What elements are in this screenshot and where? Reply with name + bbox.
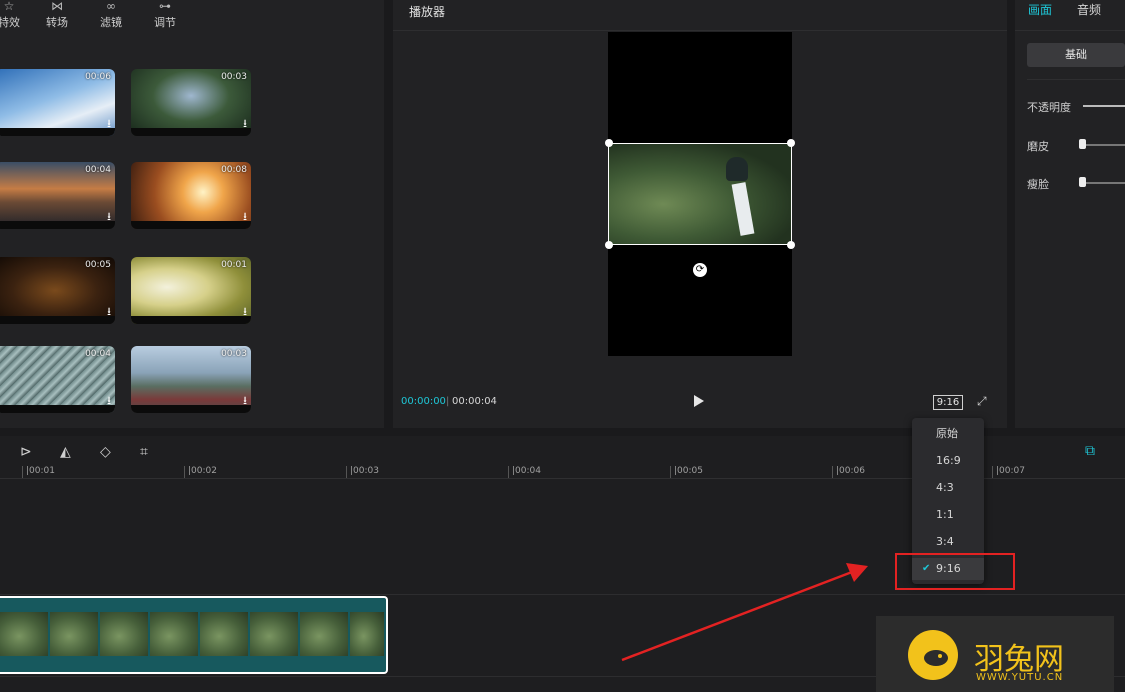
highlight-box [895,553,1015,590]
mirror-icon[interactable]: ◭ [60,444,71,460]
watermark-url: WWW.YUTU.CN [976,672,1064,683]
speed-icon[interactable]: ⊳ [20,444,32,460]
resize-handle[interactable] [605,241,613,249]
slim-slider-knob[interactable] [1079,177,1086,187]
tab-audio[interactable]: 音频 [1077,1,1101,18]
media-panel: ☆ 特效 ⋈ 转场 ∞ 滤镜 ⊶ 调节 00:06 ⭳ 00:03 ⭳ 00:0… [0,0,384,428]
ruler-tick: |00:03 [346,466,379,478]
transition-tab[interactable]: ⋈ 转场 [42,0,72,30]
ratio-option-1-1[interactable]: 1:1 [912,504,984,526]
smooth-slider[interactable] [1083,144,1125,146]
basic-button[interactable]: 基础 [1027,43,1125,67]
ruler-tick: |00:01 [22,466,55,478]
download-icon[interactable]: ⭳ [243,208,247,227]
rabbit-logo-icon [908,630,958,680]
download-icon[interactable]: ⭳ [107,115,111,134]
ruler-tick: |00:02 [184,466,217,478]
timeline-clip[interactable] [0,596,388,674]
filter-tab[interactable]: ∞ 滤镜 [96,0,126,30]
smooth-slider-knob[interactable] [1079,139,1086,149]
aspect-ratio-button[interactable]: 9:16 [933,395,963,410]
media-clip[interactable]: 00:08 ⭳ [131,162,251,229]
effects-tab[interactable]: ☆ 特效 [0,0,24,30]
resize-handle[interactable] [605,139,613,147]
media-clip[interactable]: 00:03 ⭳ [131,69,251,136]
adjust-icon: ⊶ [159,0,171,13]
ruler-tick: |00:06 [832,466,865,478]
media-clip[interactable]: 00:03 ⭳ [131,346,251,413]
smooth-label: 磨皮 [1027,140,1049,153]
transition-icon: ⋈ [51,0,63,13]
player-panel: 播放器 ⟳ 00:00:00 | 00:00:04 9:16 ⤢ [393,0,1007,428]
slim-slider[interactable] [1083,182,1125,184]
selection-box[interactable] [608,143,792,245]
rotate-icon[interactable]: ⟳ [693,263,707,277]
media-clip[interactable]: 00:01 ⭳ [131,257,251,324]
ruler-tick: |00:04 [508,466,541,478]
snap-icon[interactable]: ⧉ [1085,443,1095,459]
crop-icon[interactable]: ⌗ [140,444,148,460]
download-icon[interactable]: ⭳ [107,303,111,322]
opacity-label: 不透明度 [1027,101,1071,114]
download-icon[interactable]: ⭳ [107,208,111,227]
filter-icon: ∞ [106,0,116,13]
preview-canvas[interactable]: ⟳ [605,32,795,356]
rotate-tool-icon[interactable]: ◇ [100,444,111,460]
media-clip[interactable]: 00:06 ⭳ [0,69,115,136]
media-clip[interactable]: 00:04 ⭳ [0,346,115,413]
ruler-tick: |00:07 [992,466,1025,478]
resize-handle[interactable] [787,139,795,147]
download-icon[interactable]: ⭳ [243,115,247,134]
fullscreen-icon[interactable]: ⤢ [977,394,987,409]
download-icon[interactable]: ⭳ [107,392,111,411]
media-clip[interactable]: 00:05 ⭳ [0,257,115,324]
adjust-tab[interactable]: ⊶ 调节 [150,0,180,30]
slim-label: 瘦脸 [1027,178,1049,191]
time-separator: | [446,396,450,407]
tab-picture[interactable]: 画面 [1028,1,1052,18]
effects-icon: ☆ [3,0,15,13]
ratio-option-16-9[interactable]: 16:9 [912,450,984,472]
ratio-option-4-3[interactable]: 4:3 [912,477,984,499]
download-icon[interactable]: ⭳ [243,303,247,322]
watermark: 羽兔网 WWW.YUTU.CN [876,616,1114,692]
play-icon[interactable] [694,395,704,407]
ratio-option-3-4[interactable]: 3:4 [912,531,984,553]
download-icon[interactable]: ⭳ [243,392,247,411]
ruler-tick: |00:05 [670,466,703,478]
inspector-panel: 画面 音频 基础 不透明度 磨皮 瘦脸 [1015,0,1125,428]
ratio-option-original[interactable]: 原始 [912,423,984,445]
total-time: 00:00:04 [452,396,497,407]
resize-handle[interactable] [787,241,795,249]
current-time: 00:00:00 [401,396,446,407]
media-clip[interactable]: 00:04 ⭳ [0,162,115,229]
player-title: 播放器 [409,5,446,19]
opacity-slider[interactable] [1083,105,1125,107]
